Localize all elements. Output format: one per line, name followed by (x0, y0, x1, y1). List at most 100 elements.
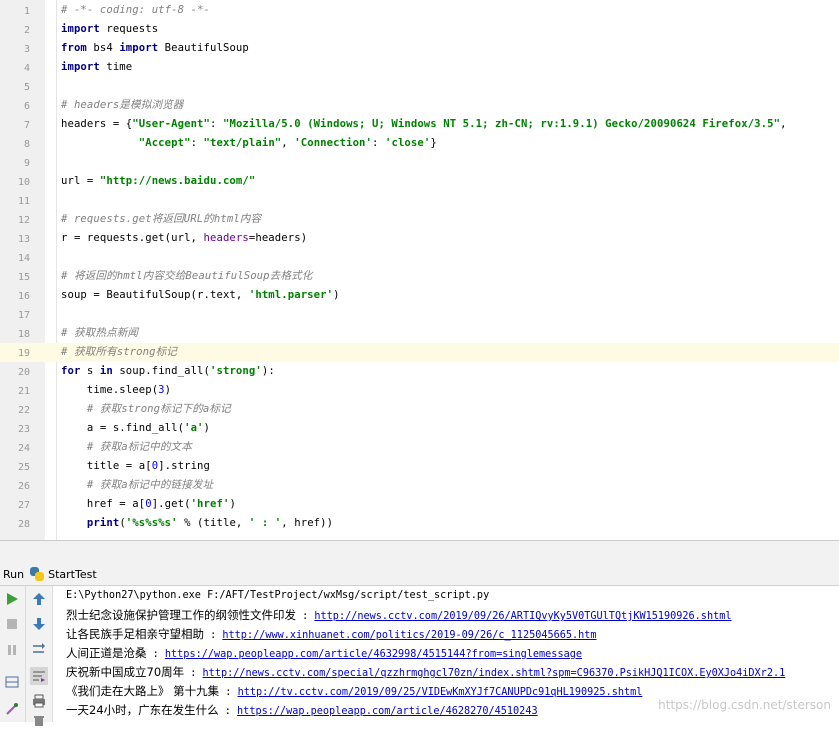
line-number: 17 (17, 310, 30, 321)
console-output-line: 烈士纪念设施保护管理工作的纲领性文件印发 : http://news.cctv.… (66, 608, 732, 622)
python-icon (30, 567, 45, 581)
code-text: time.sleep(3) (61, 384, 172, 396)
code-text: # requests.get将返回URL的html内容 (61, 213, 262, 225)
news-link[interactable]: https://wap.peopleapp.com/article/462827… (237, 706, 538, 717)
line-number: 20 (17, 367, 30, 378)
line-number: 28 (17, 519, 30, 530)
code-line[interactable]: 7 headers = {"User-Agent": "Mozilla/5.0 (… (0, 115, 839, 134)
code-text: import time (61, 61, 133, 73)
code-line[interactable]: 4 import time (0, 58, 839, 77)
line-number: 3 (23, 44, 30, 55)
code-line[interactable]: 23 a = s.find_all('a') (0, 419, 839, 438)
console-output-line: 一天24小时，广东在发生什么 : https://wap.peopleapp.c… (66, 703, 538, 717)
news-title: 人间正道是沧桑 (66, 646, 147, 660)
code-line[interactable]: 20 for s in soup.find_all('strong'): (0, 362, 839, 381)
news-title: 烈士纪念设施保护管理工作的纲领性文件印发 (66, 608, 296, 622)
debug-icon[interactable] (3, 700, 21, 718)
line-number: 16 (17, 291, 30, 302)
code-text: # 将返回的hmtl内容交给BeautifulSoup去格式化 (61, 270, 313, 282)
code-line[interactable]: 24 # 获取a标记中的文本 (0, 438, 839, 457)
line-number: 26 (17, 481, 30, 492)
code-text: soup = BeautifulSoup(r.text, 'html.parse… (61, 289, 340, 301)
code-text: title = a[0].string (61, 460, 211, 472)
news-title: 让各民族手足相亲守望相助 (66, 627, 204, 641)
code-text: r = requests.get(url, headers=headers) (61, 232, 308, 244)
news-title: 《我们走在大路上》 第十九集 (66, 684, 220, 698)
code-line[interactable]: 26 # 获取a标记中的链接发址 (0, 476, 839, 495)
code-line[interactable]: 12 # requests.get将返回URL的html内容 (0, 210, 839, 229)
watermark: https://blog.csdn.net/sterson (658, 698, 831, 712)
line-number: 27 (17, 500, 30, 511)
line-number: 18 (17, 329, 30, 340)
soft-wrap-icon[interactable] (30, 667, 48, 685)
news-link[interactable]: http://news.cctv.com/special/qzzhrmghgcl… (203, 668, 786, 679)
stop-icon[interactable] (3, 615, 21, 633)
code-line[interactable]: 14 (0, 248, 839, 267)
news-title: 庆祝新中国成立70周年 (66, 665, 185, 679)
line-number: 12 (17, 215, 30, 226)
line-number: 6 (23, 101, 30, 112)
code-line[interactable]: 16 soup = BeautifulSoup(r.text, 'html.par… (0, 286, 839, 305)
code-line[interactable]: 18 # 获取热点新闻 (0, 324, 839, 343)
run-toolbar-left (0, 586, 26, 722)
news-link[interactable]: http://tv.cctv.com/2019/09/25/VIDEwKmXYJ… (238, 687, 643, 698)
news-link[interactable]: http://news.cctv.com/2019/09/26/ARTIQvyK… (314, 611, 731, 622)
line-number: 22 (17, 405, 30, 416)
code-text: # headers是模拟浏览器 (61, 99, 184, 111)
line-number: 2 (23, 25, 30, 36)
code-line[interactable]: 28 print('%s%s%s' % (title, ' : ', href)… (0, 514, 839, 533)
code-text: url = "http://news.baidu.com/" (61, 175, 256, 187)
code-line[interactable]: 9 (0, 153, 839, 172)
news-title: 一天24小时，广东在发生什么 (66, 703, 219, 717)
line-number: 7 (23, 120, 30, 131)
news-link[interactable]: http://www.xinhuanet.com/politics/2019-0… (222, 630, 596, 641)
code-line[interactable]: 21 time.sleep(3) (0, 381, 839, 400)
run-panel: E:\Python27\python.exe F:/AFT/TestProjec… (0, 586, 839, 726)
line-number: 11 (17, 196, 30, 207)
code-line[interactable]: 19 # 获取所有strong标记 (0, 343, 839, 362)
trash-icon[interactable] (30, 712, 48, 730)
news-link[interactable]: https://wap.peopleapp.com/article/463299… (165, 649, 582, 660)
rerun-icon[interactable] (30, 640, 48, 658)
code-line[interactable]: 22 # 获取strong标记下的a标记 (0, 400, 839, 419)
line-number: 19 (17, 348, 30, 359)
code-line[interactable]: 3 from bs4 import BeautifulSoup (0, 39, 839, 58)
line-number: 25 (17, 462, 30, 473)
run-toolbar-right (26, 586, 53, 726)
line-number: 1 (23, 6, 30, 17)
line-number: 24 (17, 443, 30, 454)
code-line[interactable]: 6 # headers是模拟浏览器 (0, 96, 839, 115)
code-text: # -*- coding: utf-8 -*- (61, 4, 210, 16)
console-command-line: E:\Python27\python.exe F:/AFT/TestProjec… (66, 590, 490, 601)
code-text: "Accept": "text/plain", 'Connection': 'c… (138, 137, 437, 149)
code-line[interactable]: 5 (0, 77, 839, 96)
code-line[interactable]: 1 # -*- coding: utf-8 -*- (0, 1, 839, 20)
code-line[interactable]: 17 (0, 305, 839, 324)
code-line[interactable]: 13 r = requests.get(url, headers=headers) (0, 229, 839, 248)
code-text: from bs4 import BeautifulSoup (61, 42, 249, 54)
line-number: 5 (23, 82, 30, 93)
line-number: 8 (23, 139, 30, 150)
run-config-tab[interactable]: StartTest (48, 568, 97, 581)
code-text: print('%s%s%s' % (title, ' : ', href)) (86, 517, 334, 529)
line-number: 9 (23, 158, 30, 169)
code-line[interactable]: 25 title = a[0].string (0, 457, 839, 476)
line-number: 15 (17, 272, 30, 283)
console-output-line: 让各民族手足相亲守望相助 : http://www.xinhuanet.com/… (66, 627, 597, 641)
pause-icon[interactable] (3, 641, 21, 659)
code-line[interactable]: 27 href = a[0].get('href') (0, 495, 839, 514)
code-editor[interactable]: 1 # -*- coding: utf-8 -*- 2 import requests… (0, 0, 839, 540)
code-line[interactable]: 11 (0, 191, 839, 210)
code-line[interactable]: 15 # 将返回的hmtl内容交给BeautifulSoup去格式化 (0, 267, 839, 286)
layout-icon[interactable] (3, 673, 21, 691)
line-number: 10 (17, 177, 30, 188)
run-icon[interactable] (3, 590, 21, 608)
code-line[interactable]: 10 url = "http://news.baidu.com/" (0, 172, 839, 191)
line-number: 14 (17, 253, 30, 264)
code-line[interactable]: 2 import requests (0, 20, 839, 39)
up-arrow-icon[interactable] (30, 590, 48, 608)
print-icon[interactable] (30, 692, 48, 710)
down-arrow-icon[interactable] (30, 615, 48, 633)
console-output-line: 庆祝新中国成立70周年 : http://news.cctv.com/speci… (66, 665, 786, 679)
code-line[interactable]: 8 "Accept": "text/plain", 'Connection': … (0, 134, 839, 153)
